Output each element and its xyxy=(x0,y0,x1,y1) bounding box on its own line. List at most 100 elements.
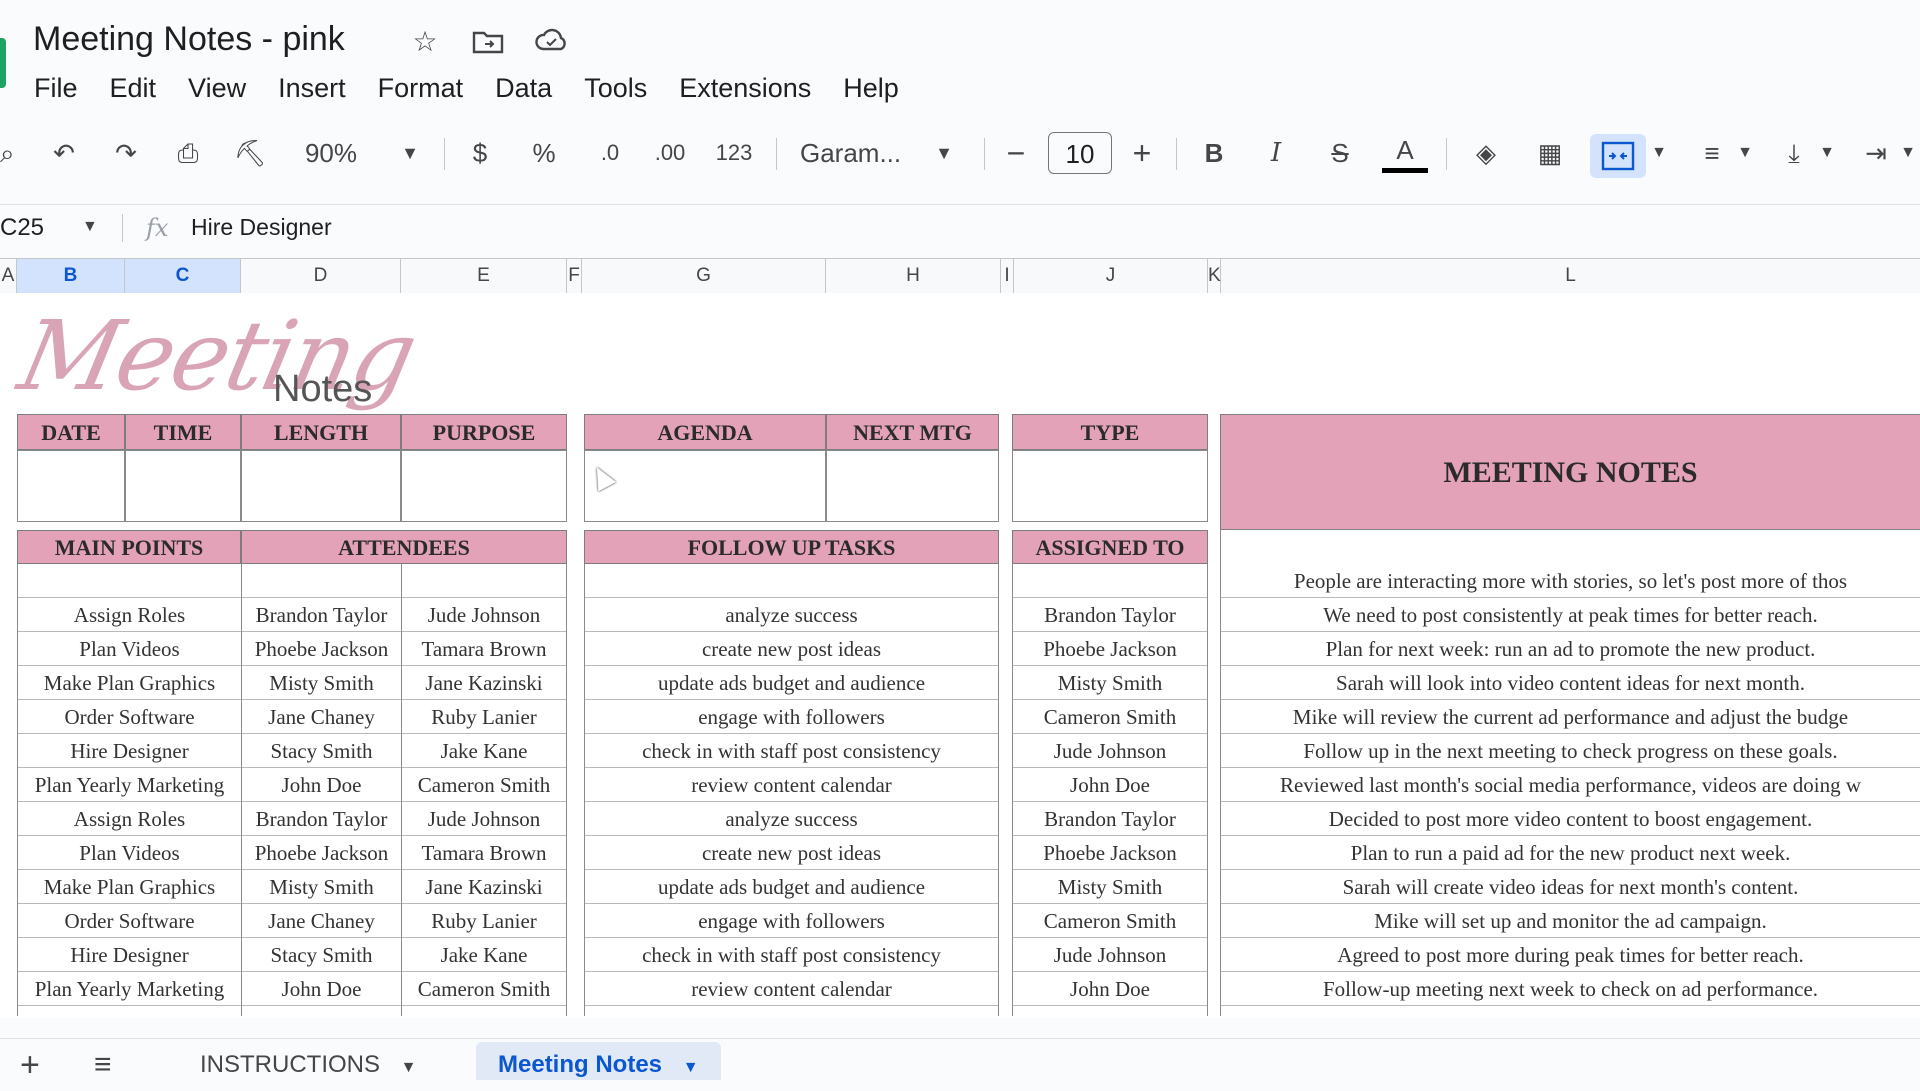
note-cell[interactable]: Mike will set up and monitor the ad camp… xyxy=(1221,904,1920,938)
decrease-decimal-button[interactable]: .0 xyxy=(588,130,632,176)
redo-icon[interactable]: ↷ xyxy=(106,130,146,176)
attendee-cell[interactable]: Jane Kazinski xyxy=(402,870,566,904)
note-cell[interactable]: Plan to run a paid ad for the new produc… xyxy=(1221,836,1920,870)
table-cell-blank[interactable] xyxy=(242,564,401,598)
font-dropdown-icon[interactable]: ▼ xyxy=(930,130,958,176)
format-currency-button[interactable]: $ xyxy=(462,130,498,176)
time-value-cell[interactable] xyxy=(125,450,241,522)
star-icon[interactable]: ☆ xyxy=(407,24,443,60)
assigned-to-cell[interactable]: John Doe xyxy=(1013,768,1207,802)
main-point-cell[interactable]: Hire Designer xyxy=(18,734,241,768)
column-header-f[interactable]: F xyxy=(567,259,582,293)
main-point-cell[interactable]: Order Software xyxy=(18,904,241,938)
assigned-to-cell[interactable]: Jude Johnson xyxy=(1013,938,1207,972)
column-header-d[interactable]: D xyxy=(241,259,401,293)
attendee-cell[interactable]: Misty Smith xyxy=(242,870,401,904)
text-wrapping-icon[interactable]: ⇥ xyxy=(1856,130,1896,176)
column-header-h[interactable]: H xyxy=(826,259,1001,293)
column-header-i[interactable]: I xyxy=(1001,259,1014,293)
fill-color-icon[interactable]: ◈ xyxy=(1466,130,1506,176)
assigned-to-cell[interactable]: Misty Smith xyxy=(1013,870,1207,904)
next-mtg-value-cell[interactable] xyxy=(826,450,999,522)
sheet-tab-instructions[interactable]: INSTRUCTIONS ▼ xyxy=(200,1042,417,1080)
assigned-to-cell[interactable]: Brandon Taylor xyxy=(1013,598,1207,632)
attendee-cell[interactable]: Jake Kane xyxy=(402,938,566,972)
follow-up-task-cell[interactable]: engage with followers xyxy=(585,904,998,938)
font-size-input[interactable]: 10 xyxy=(1048,132,1112,174)
attendee-cell[interactable]: Jane Chaney xyxy=(242,904,401,938)
valign-dropdown-icon[interactable]: ▼ xyxy=(1814,130,1840,176)
attendee-cell[interactable]: Jane Chaney xyxy=(242,700,401,734)
follow-up-task-cell[interactable]: create new post ideas xyxy=(585,632,998,666)
attendee-cell[interactable]: Tamara Brown xyxy=(402,836,566,870)
font-family-select[interactable]: Garam... xyxy=(800,130,920,176)
paint-format-icon[interactable]: ⛏ xyxy=(230,130,270,176)
increase-font-size-icon[interactable]: + xyxy=(1124,130,1160,176)
add-sheet-icon[interactable]: + xyxy=(20,1042,40,1084)
note-cell[interactable]: Follow up in the next meeting to check p… xyxy=(1221,734,1920,768)
attendee-cell[interactable]: Stacy Smith xyxy=(242,734,401,768)
length-value-cell[interactable] xyxy=(241,450,401,522)
main-point-cell[interactable]: Plan Yearly Marketing xyxy=(18,972,241,1006)
table-cell-blank[interactable] xyxy=(402,564,566,598)
merge-cells-button[interactable] xyxy=(1590,134,1646,178)
menu-format[interactable]: Format xyxy=(362,68,480,108)
main-point-cell[interactable]: Make Plan Graphics xyxy=(18,666,241,700)
decrease-font-size-icon[interactable]: − xyxy=(998,130,1034,176)
attendee-cell[interactable]: Cameron Smith xyxy=(402,768,566,802)
column-header-l[interactable]: L xyxy=(1221,259,1920,293)
borders-icon[interactable]: ▦ xyxy=(1530,130,1570,176)
table-cell-blank[interactable] xyxy=(1013,564,1207,598)
date-value-cell[interactable] xyxy=(17,450,125,522)
follow-up-task-cell[interactable]: analyze success xyxy=(585,598,998,632)
zoom-select[interactable]: 90% xyxy=(296,130,366,176)
follow-up-task-cell[interactable]: update ads budget and audience xyxy=(585,666,998,700)
main-point-cell[interactable]: Plan Videos xyxy=(18,836,241,870)
assigned-to-cell[interactable]: Cameron Smith xyxy=(1013,700,1207,734)
attendee-cell[interactable]: Phoebe Jackson xyxy=(242,632,401,666)
menu-data[interactable]: Data xyxy=(479,68,568,108)
main-point-cell[interactable]: Hire Designer xyxy=(18,938,241,972)
name-box[interactable]: C25 xyxy=(0,214,44,242)
note-cell[interactable]: Agreed to post more during peak times fo… xyxy=(1221,938,1920,972)
print-icon[interactable]: ⎙ xyxy=(168,130,208,176)
assigned-to-cell[interactable]: Jude Johnson xyxy=(1013,734,1207,768)
attendee-cell[interactable]: Tamara Brown xyxy=(402,632,566,666)
strikethrough-icon[interactable]: S xyxy=(1322,130,1358,176)
all-sheets-icon[interactable]: ≡ xyxy=(94,1042,112,1081)
attendee-cell[interactable]: Stacy Smith xyxy=(242,938,401,972)
assigned-to-cell[interactable]: Phoebe Jackson xyxy=(1013,632,1207,666)
attendee-cell[interactable]: Misty Smith xyxy=(242,666,401,700)
menu-insert[interactable]: Insert xyxy=(262,68,362,108)
attendee-cell[interactable]: Jude Johnson xyxy=(402,802,566,836)
assigned-to-cell[interactable]: John Doe xyxy=(1013,972,1207,1006)
assigned-to-cell[interactable]: Misty Smith xyxy=(1013,666,1207,700)
purpose-value-cell[interactable] xyxy=(401,450,567,522)
follow-up-task-cell[interactable]: check in with staff post consistency xyxy=(585,938,998,972)
more-formats-button[interactable]: 123 xyxy=(712,130,756,176)
sheet-tab-meeting-notes[interactable]: Meeting Notes ▼ xyxy=(476,1042,721,1080)
note-cell[interactable]: Reviewed last month's social media perfo… xyxy=(1221,768,1920,802)
main-point-cell[interactable]: Assign Roles xyxy=(18,802,241,836)
column-header-c[interactable]: C xyxy=(125,259,241,293)
attendee-cell[interactable]: Ruby Lanier xyxy=(402,700,566,734)
format-percent-button[interactable]: % xyxy=(526,130,562,176)
tab-dropdown-icon[interactable]: ▼ xyxy=(683,1059,699,1076)
column-header-e[interactable]: E xyxy=(401,259,567,293)
horizontal-align-icon[interactable]: ≡ xyxy=(1692,130,1732,176)
attendee-cell[interactable]: Jake Kane xyxy=(402,734,566,768)
note-cell[interactable]: We need to post consistently at peak tim… xyxy=(1221,598,1920,632)
menu-file[interactable]: File xyxy=(34,68,94,108)
search-menus-icon[interactable]: ⌕ xyxy=(0,130,15,176)
attendee-cell[interactable]: Jude Johnson xyxy=(402,598,566,632)
align-dropdown-icon[interactable]: ▼ xyxy=(1732,130,1758,176)
note-cell[interactable]: Decided to post more video content to bo… xyxy=(1221,802,1920,836)
agenda-value-cell[interactable] xyxy=(584,450,826,522)
column-header-g[interactable]: G xyxy=(582,259,826,293)
document-title[interactable]: Meeting Notes - pink xyxy=(33,20,345,59)
column-header-k[interactable]: K xyxy=(1208,259,1221,293)
assigned-to-cell[interactable]: Phoebe Jackson xyxy=(1013,836,1207,870)
wrap-dropdown-icon[interactable]: ▼ xyxy=(1896,130,1920,176)
main-point-cell[interactable]: Order Software xyxy=(18,700,241,734)
formula-input[interactable]: Hire Designer xyxy=(191,214,332,241)
